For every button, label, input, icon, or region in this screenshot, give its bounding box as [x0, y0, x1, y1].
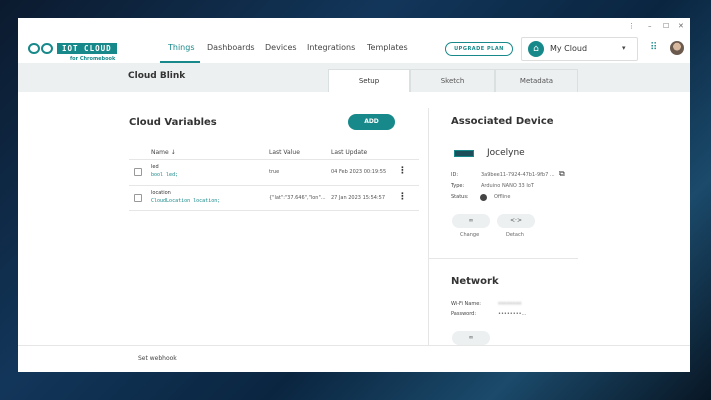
- detach-label: Detach: [506, 232, 524, 238]
- nav-integrations[interactable]: Integrations: [307, 43, 355, 52]
- app-window: ⋮ – ☐ ✕ IOT CLOUD for Chromebook Things …: [18, 18, 690, 372]
- tab-sketch[interactable]: Sketch: [410, 69, 495, 92]
- upgrade-plan-button[interactable]: UPGRADE PLAN: [445, 42, 513, 56]
- type-label: Type:: [451, 183, 465, 189]
- variable-declaration: CloudLocation location;: [151, 198, 221, 204]
- password-label: Password:: [451, 311, 477, 317]
- logo[interactable]: IOT CLOUD: [28, 43, 117, 54]
- infinity-logo-icon: [28, 43, 54, 54]
- network-title: Network: [451, 276, 499, 287]
- nav-things[interactable]: Things: [168, 43, 195, 52]
- maximize-icon[interactable]: ☐: [663, 22, 669, 30]
- add-variable-button[interactable]: ADD: [348, 114, 395, 130]
- variable-value: {"lat":"37.646","lon"...: [269, 195, 326, 201]
- home-icon: ⌂: [528, 41, 544, 57]
- device-status: Offline: [494, 194, 511, 200]
- wifi-name: ••••••••: [498, 301, 522, 307]
- device-id: 3a9bee11-7924-47b1-9fb7 ...: [481, 172, 555, 178]
- cloud-name: My Cloud: [550, 44, 588, 53]
- device-name[interactable]: Jocelyne: [487, 148, 525, 158]
- detach-device-button[interactable]: <·>: [497, 214, 535, 228]
- row-menu-icon[interactable]: ⋮: [398, 192, 407, 202]
- change-network-button[interactable]: ∞: [452, 331, 490, 345]
- nav-dashboards[interactable]: Dashboards: [207, 43, 255, 52]
- avatar[interactable]: [670, 41, 684, 55]
- tab-setup[interactable]: Setup: [328, 69, 410, 92]
- footer-bar: Set webhook: [18, 345, 690, 372]
- set-webhook-link[interactable]: Set webhook: [138, 355, 177, 362]
- status-dot-icon: [480, 194, 487, 201]
- board-icon: [454, 150, 474, 157]
- logo-subtitle: for Chromebook: [70, 56, 116, 62]
- variable-updated: 04 Feb 2023 00:19:55: [331, 169, 387, 175]
- associated-device-title: Associated Device: [451, 116, 554, 127]
- row-checkbox[interactable]: [134, 194, 142, 202]
- row-checkbox[interactable]: [134, 168, 142, 176]
- device-type: Arduino NANO 33 IoT: [481, 183, 534, 189]
- thing-title: Cloud Blink: [128, 71, 186, 81]
- table-row[interactable]: location CloudLocation location; {"lat":…: [129, 185, 419, 211]
- row-menu-icon[interactable]: ⋮: [398, 166, 407, 176]
- section-divider: [428, 258, 578, 259]
- logo-text: IOT CLOUD: [57, 43, 117, 54]
- column-name[interactable]: Name ↓: [151, 149, 176, 156]
- wifi-label: Wi-Fi Name:: [451, 301, 481, 307]
- variable-updated: 27 Jan 2023 15:54:57: [331, 195, 386, 201]
- minimize-icon[interactable]: –: [648, 22, 652, 30]
- column-last-update: Last Update: [331, 149, 368, 156]
- panel-divider: [428, 108, 429, 363]
- change-label: Change: [460, 232, 480, 238]
- wifi-password: ••••••••...: [498, 311, 527, 317]
- cloud-selector[interactable]: ⌂ My Cloud ▾: [521, 37, 638, 61]
- column-last-value: Last Value: [269, 149, 300, 156]
- cloud-variables-title: Cloud Variables: [129, 117, 217, 128]
- menu-icon[interactable]: ⋮: [628, 22, 635, 30]
- status-label: Status:: [451, 194, 469, 200]
- chevron-down-icon: ▾: [622, 44, 626, 52]
- copy-icon[interactable]: ⧉: [559, 169, 565, 179]
- variable-name: location: [151, 190, 171, 196]
- variable-declaration: bool led;: [151, 172, 179, 178]
- close-icon[interactable]: ✕: [678, 22, 684, 30]
- variable-name: led: [151, 164, 159, 170]
- nav-devices[interactable]: Devices: [265, 43, 297, 52]
- change-device-button[interactable]: ∞: [452, 214, 490, 228]
- tab-metadata[interactable]: Metadata: [495, 69, 578, 92]
- nav-templates[interactable]: Templates: [367, 43, 408, 52]
- id-label: ID:: [451, 172, 459, 178]
- table-row[interactable]: led bool led; true 04 Feb 2023 00:19:55 …: [129, 159, 419, 185]
- apps-grid-icon[interactable]: ⠿: [650, 42, 657, 53]
- variable-value: true: [269, 169, 280, 175]
